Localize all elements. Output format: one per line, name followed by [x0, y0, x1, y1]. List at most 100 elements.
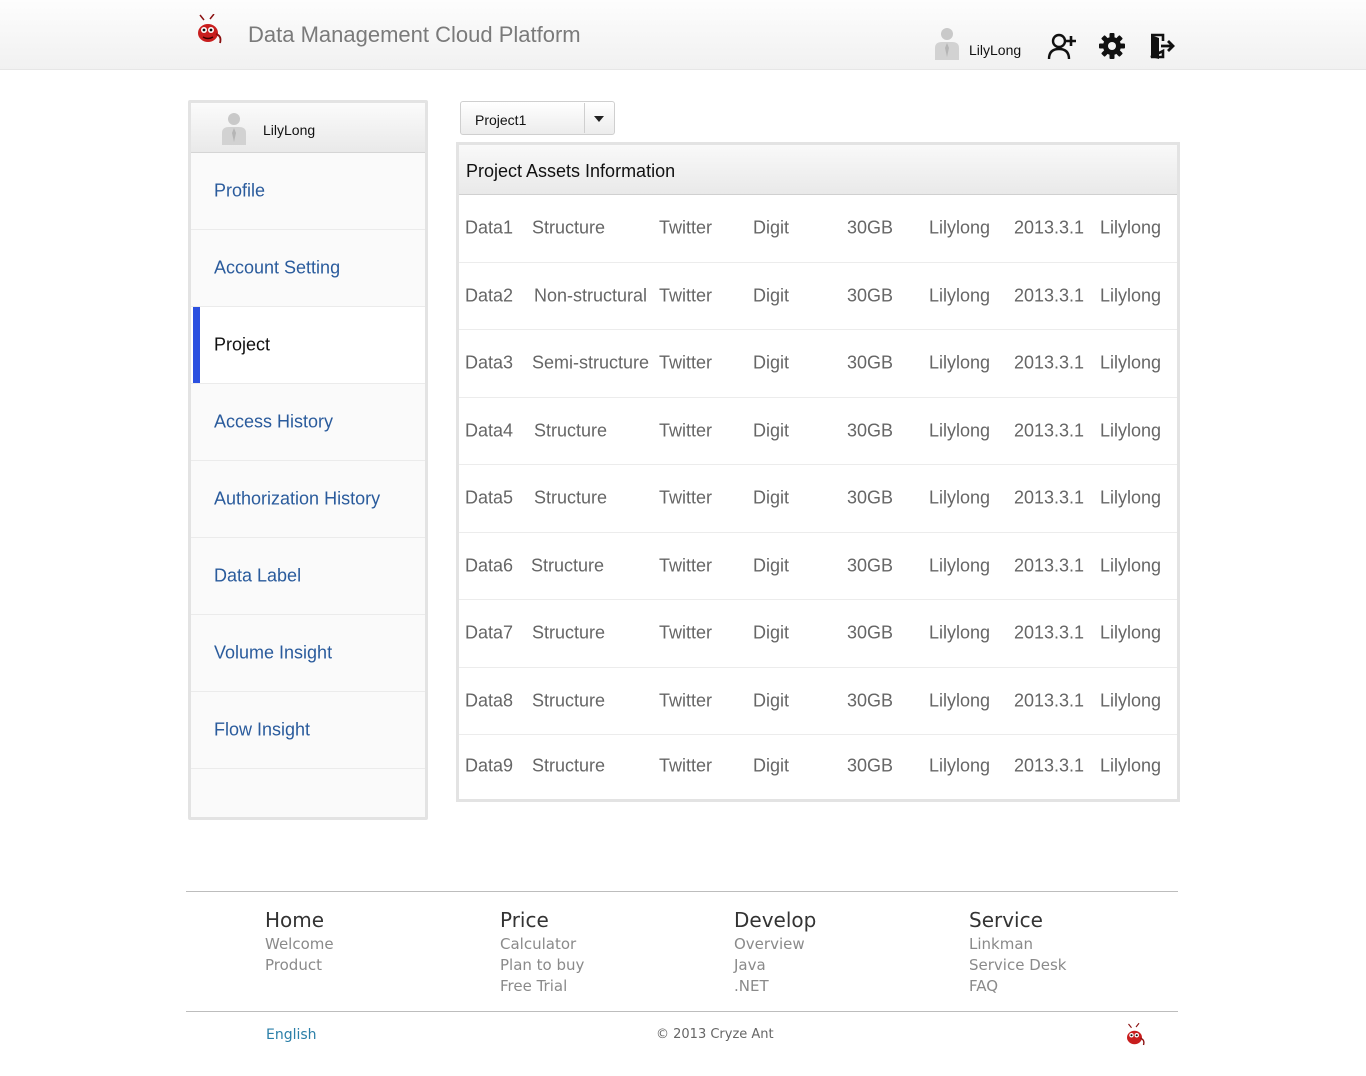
table-row[interactable]: Data5 Structure Twitter Digit 30GB Lilyl… [459, 465, 1177, 533]
app-title: Data Management Cloud Platform [248, 22, 581, 47]
footer-link-free-trial[interactable]: Free Trial [500, 976, 584, 997]
cell-size: 30GB [847, 352, 894, 373]
cell-modifier: Lilylong [1100, 755, 1162, 776]
sidebar-item-access-history[interactable]: Access History [191, 384, 425, 461]
logo-ant-icon[interactable] [194, 13, 226, 48]
cell-name: Data1 [465, 217, 514, 238]
cell-name: Data6 [465, 555, 514, 576]
sidebar-item-label[interactable]: Profile [214, 181, 265, 202]
cell-source: Twitter [659, 755, 713, 776]
footer-link-service-desk[interactable]: Service Desk [969, 955, 1067, 976]
cell-modifier: Lilylong [1100, 555, 1162, 576]
sidebar-item-authorization-history[interactable]: Authorization History [191, 461, 425, 538]
footer-link-calculator[interactable]: Calculator [500, 934, 584, 955]
footer-link-product[interactable]: Product [265, 955, 334, 976]
logo-ant-icon [1124, 1022, 1148, 1050]
sidebar-username: LilyLong [263, 122, 316, 138]
cell-format: Digit [753, 217, 790, 238]
table-row[interactable]: Data4 Structure Twitter Digit 30GB Lilyl… [459, 398, 1177, 465]
cell-modifier: Lilylong [1100, 487, 1162, 508]
table-row[interactable]: Data6 Structure Twitter Digit 30GB Lilyl… [459, 533, 1177, 600]
cell-type: Structure [534, 487, 608, 508]
cell-type: Non-structural [534, 285, 648, 306]
sidebar-item-label[interactable]: Access History [214, 412, 333, 433]
footer-link-java[interactable]: Java [734, 955, 816, 976]
table-row[interactable]: Data1 Structure Twitter Digit 30GB Lilyl… [459, 195, 1177, 263]
table-row[interactable]: Data2 Non-structural Twitter Digit 30GB … [459, 263, 1177, 330]
sidebar-item-label[interactable]: Flow Insight [214, 720, 310, 741]
footer-link-welcome[interactable]: Welcome [265, 934, 334, 955]
chevron-down-icon[interactable] [594, 116, 604, 122]
language-link[interactable]: English [266, 1027, 317, 1043]
sidebar-item-profile[interactable]: Profile [191, 153, 425, 230]
sidebar-item-volume-insight[interactable]: Volume Insight [191, 615, 425, 692]
footer-link-faq[interactable]: FAQ [969, 976, 1067, 997]
cell-type: Structure [532, 755, 606, 776]
cell-type: Semi-structure [532, 352, 650, 373]
cell-source: Twitter [659, 420, 713, 441]
footer-divider [186, 1011, 1178, 1012]
footer-heading[interactable]: Develop [734, 908, 816, 932]
cell-source: Twitter [659, 622, 713, 643]
cell-modifier: Lilylong [1100, 690, 1162, 711]
sidebar-item-data-label[interactable]: Data Label [191, 538, 425, 615]
cell-date: 2013.3.1 [1014, 622, 1085, 643]
cell-date: 2013.3.1 [1014, 755, 1085, 776]
footer-column-price: Price Calculator Plan to buy Free Trial [500, 908, 584, 997]
cell-format: Digit [753, 285, 790, 306]
sidebar-item-account-setting[interactable]: Account Setting [191, 230, 425, 307]
cell-date: 2013.3.1 [1014, 487, 1085, 508]
table-row[interactable]: Data3 Semi-structure Twitter Digit 30GB … [459, 330, 1177, 398]
cell-size: 30GB [847, 555, 894, 576]
sidebar-item-label[interactable]: Data Label [214, 566, 301, 587]
cell-format: Digit [753, 622, 790, 643]
cell-source: Twitter [659, 352, 713, 373]
sidebar-item-label[interactable]: Account Setting [214, 258, 340, 279]
sidebar-item-label[interactable]: Authorization History [214, 489, 380, 510]
cell-name: Data7 [465, 622, 514, 643]
table-row[interactable]: Data7 Structure Twitter Digit 30GB Lilyl… [459, 600, 1177, 668]
footer-column-service: Service Linkman Service Desk FAQ [969, 908, 1067, 997]
sidebar-menu: Profile Account Setting Project Access H… [191, 153, 425, 769]
table-row[interactable]: Data8 Structure Twitter Digit 30GB Lilyl… [459, 668, 1177, 735]
table-row[interactable]: Data9 Structure Twitter Digit 30GB Lilyl… [459, 735, 1177, 797]
assets-table: Data1 Structure Twitter Digit 30GB Lilyl… [459, 195, 1177, 797]
sidebar-item-label[interactable]: Project [214, 335, 270, 356]
gear-icon[interactable] [1096, 30, 1128, 62]
project-select[interactable]: Project1 [460, 101, 615, 135]
cell-date: 2013.3.1 [1014, 690, 1085, 711]
add-user-icon[interactable] [1047, 30, 1079, 62]
sidebar-item-flow-insight[interactable]: Flow Insight [191, 692, 425, 769]
footer-link-linkman[interactable]: Linkman [969, 934, 1067, 955]
cell-type: Structure [532, 217, 606, 238]
sidebar-item-label[interactable]: Volume Insight [214, 643, 332, 664]
select-divider [584, 103, 585, 133]
sidebar-item-project[interactable]: Project [191, 307, 425, 384]
cell-owner: Lilylong [929, 217, 991, 238]
footer-heading[interactable]: Home [265, 908, 334, 932]
cell-type: Structure [532, 690, 606, 711]
footer-heading[interactable]: Service [969, 908, 1067, 932]
footer-heading[interactable]: Price [500, 908, 584, 932]
cell-type: Structure [534, 420, 608, 441]
cell-name: Data3 [465, 352, 514, 373]
footer-link-dotnet[interactable]: .NET [734, 976, 816, 997]
cell-format: Digit [753, 420, 790, 441]
header-username[interactable]: LilyLong [969, 42, 1021, 58]
footer-link-overview[interactable]: Overview [734, 934, 816, 955]
cell-date: 2013.3.1 [1014, 217, 1085, 238]
cell-modifier: Lilylong [1100, 352, 1162, 373]
logout-icon[interactable] [1145, 30, 1177, 62]
cell-owner: Lilylong [929, 487, 991, 508]
cell-name: Data8 [465, 690, 514, 711]
cell-source: Twitter [659, 487, 713, 508]
user-avatar-icon [934, 26, 960, 60]
footer-link-plan-to-buy[interactable]: Plan to buy [500, 955, 584, 976]
cell-owner: Lilylong [929, 690, 991, 711]
cell-size: 30GB [847, 217, 894, 238]
cell-date: 2013.3.1 [1014, 420, 1085, 441]
cell-format: Digit [753, 555, 790, 576]
cell-size: 30GB [847, 690, 894, 711]
cell-owner: Lilylong [929, 555, 991, 576]
cell-name: Data2 [465, 285, 514, 306]
